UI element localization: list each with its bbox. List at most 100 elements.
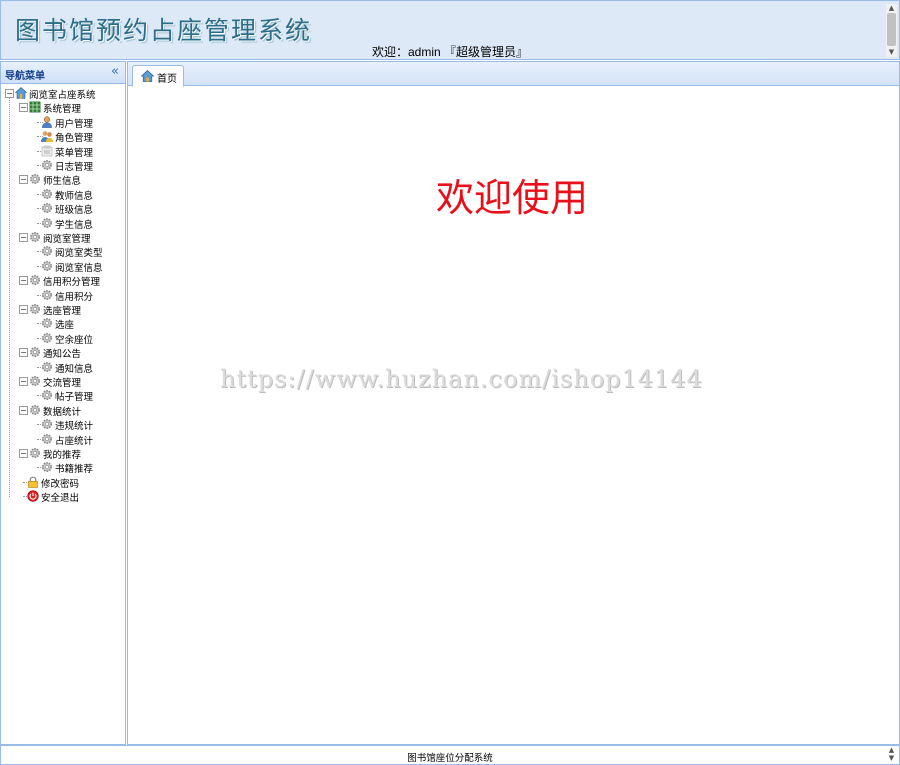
tree-collapse-icon[interactable]: − <box>19 449 28 458</box>
tree-item[interactable]: 教师信息 <box>1 187 125 202</box>
tree-collapse-icon[interactable]: − <box>19 377 28 386</box>
tree-collapse-icon[interactable]: − <box>19 305 28 314</box>
scroll-down-icon[interactable]: ▼ <box>886 754 897 762</box>
sidebar: 导航菜单 « − 阅览室占座系统 − 系统管理 用户管理角色管理菜单管理日志管理 − 师生信… <box>0 61 126 745</box>
tree-group[interactable]: − 选座管理 <box>1 302 125 317</box>
gear-icon <box>41 245 53 257</box>
tree-label: 学生信息 <box>55 219 94 231</box>
welcome-heading: 欢迎使用 <box>436 176 589 220</box>
gear-icon <box>41 260 53 272</box>
tree-item[interactable]: 菜单管理 <box>1 144 125 159</box>
grid-icon <box>29 101 41 113</box>
tab-home-label: 首页 <box>157 74 177 85</box>
tree-root[interactable]: − 阅览室占座系统 <box>1 86 125 101</box>
tree-item[interactable]: 阅览室信息 <box>1 259 125 274</box>
app-header: 图书馆预约占座管理系统 欢迎：admin 『超级管理员』 ▲ ▼ <box>0 0 900 60</box>
tree-item[interactable]: 空余座位 <box>1 331 125 346</box>
gear-icon <box>41 188 53 200</box>
tree-label: 阅览室类型 <box>55 248 103 260</box>
tree-item[interactable]: 阅览室类型 <box>1 244 125 260</box>
gear-icon <box>41 202 53 214</box>
tree-group[interactable]: − 信用积分管理 <box>1 273 125 289</box>
tree-label: 角色管理 <box>55 133 94 145</box>
header-scrollbar[interactable]: ▲ ▼ <box>886 4 897 57</box>
tree-group[interactable]: − 阅览室管理 <box>1 230 125 245</box>
tree-group[interactable]: − 数据统计 <box>1 403 125 418</box>
tree-label: 班级信息 <box>55 205 94 217</box>
gear-icon <box>41 461 53 473</box>
tree-item[interactable]: 修改密码 <box>1 475 125 490</box>
tree-item[interactable]: 通知信息 <box>1 360 125 375</box>
tree-item[interactable]: 学生信息 <box>1 216 125 231</box>
tree-collapse-icon[interactable]: − <box>19 405 28 415</box>
tree-label: 选座 <box>55 320 75 332</box>
users-icon <box>41 130 53 143</box>
tree-label: 教师信息 <box>55 190 94 202</box>
tree-item[interactable]: 信用积分 <box>1 288 125 303</box>
home-icon <box>14 87 28 99</box>
main-panel: 首页 欢迎使用 https://www.huzhan.com/ishop1414… <box>127 61 900 745</box>
gear-icon <box>29 404 41 416</box>
tree-group[interactable]: − 我的推荐 <box>1 446 125 461</box>
footer-scroll[interactable]: ▲ ▼ <box>886 746 897 762</box>
tree-collapse-icon[interactable]: − <box>19 276 28 286</box>
tab-strip: 首页 <box>128 62 899 87</box>
gear-icon <box>41 159 53 171</box>
tab-home[interactable]: 首页 <box>132 65 184 87</box>
tree-label: 选座管理 <box>43 306 82 317</box>
tree-collapse-icon[interactable]: − <box>19 233 28 242</box>
tree-item[interactable]: 班级信息 <box>1 201 125 217</box>
lock-icon <box>27 476 39 488</box>
tree-item[interactable]: 书籍推荐 <box>1 460 125 476</box>
tree-collapse-icon[interactable]: − <box>5 89 14 98</box>
tree-label: 违规统计 <box>55 421 94 433</box>
tree-item[interactable]: 违规统计 <box>1 417 125 433</box>
tree-collapse-icon[interactable]: − <box>19 175 28 185</box>
gear-icon <box>29 274 41 286</box>
tree-item[interactable]: 用户管理 <box>1 115 125 130</box>
tree-label: 师生信息 <box>43 176 82 188</box>
double-chevron-left-icon[interactable]: « <box>111 64 119 79</box>
tree-group[interactable]: − 系统管理 <box>1 100 125 115</box>
gear-icon <box>29 447 41 459</box>
tree-item[interactable]: 占座统计 <box>1 432 125 447</box>
gear-icon <box>29 346 41 358</box>
tree-label: 信用积分管理 <box>43 277 101 289</box>
gear-icon <box>41 317 53 329</box>
gear-icon <box>41 217 53 229</box>
scroll-thumb[interactable] <box>887 13 896 46</box>
scroll-up-icon[interactable]: ▲ <box>886 746 897 754</box>
tree-item[interactable]: 帖子管理 <box>1 388 125 403</box>
gear-icon <box>41 361 53 373</box>
tree-group[interactable]: − 通知公告 <box>1 345 125 361</box>
scroll-down-icon[interactable]: ▼ <box>886 48 897 57</box>
tree-collapse-icon[interactable]: − <box>19 103 28 113</box>
gear-icon <box>29 173 41 185</box>
tree-item[interactable]: 选座 <box>1 316 125 332</box>
gear-icon <box>41 418 53 430</box>
tree-label: 通知信息 <box>55 363 94 375</box>
tree-label: 阅览室信息 <box>55 262 103 274</box>
tree-label: 通知公告 <box>43 349 82 361</box>
tree-group[interactable]: − 师生信息 <box>1 172 125 188</box>
tree-label: 日志管理 <box>55 162 94 173</box>
welcome-user-text: 欢迎：admin 『超级管理员』 <box>372 45 529 59</box>
tree-item[interactable]: 角色管理 <box>1 129 125 145</box>
tree-label: 我的推荐 <box>43 450 82 461</box>
tree-guide-line <box>9 98 10 497</box>
tree-label: 书籍推荐 <box>55 464 94 476</box>
sidebar-title: 导航菜单 <box>5 71 45 82</box>
tree-group[interactable]: − 交流管理 <box>1 374 125 389</box>
app-title: 图书馆预约占座管理系统 <box>15 16 313 45</box>
tree-item[interactable]: 安全退出 <box>1 489 125 504</box>
tree-item[interactable]: 日志管理 <box>1 158 125 173</box>
tree-label: 信用积分 <box>55 291 94 303</box>
tree-label: 菜单管理 <box>55 147 94 159</box>
sidebar-header: 导航菜单 « <box>1 62 125 84</box>
user-icon <box>41 116 53 128</box>
gear-icon <box>29 303 41 315</box>
nav-tree: − 阅览室占座系统 − 系统管理 用户管理角色管理菜单管理日志管理 − 师生信息教师信息班级… <box>1 86 125 504</box>
scroll-up-icon[interactable]: ▲ <box>886 4 897 13</box>
tree-collapse-icon[interactable]: − <box>19 348 28 358</box>
tree-label: 修改密码 <box>41 478 80 490</box>
